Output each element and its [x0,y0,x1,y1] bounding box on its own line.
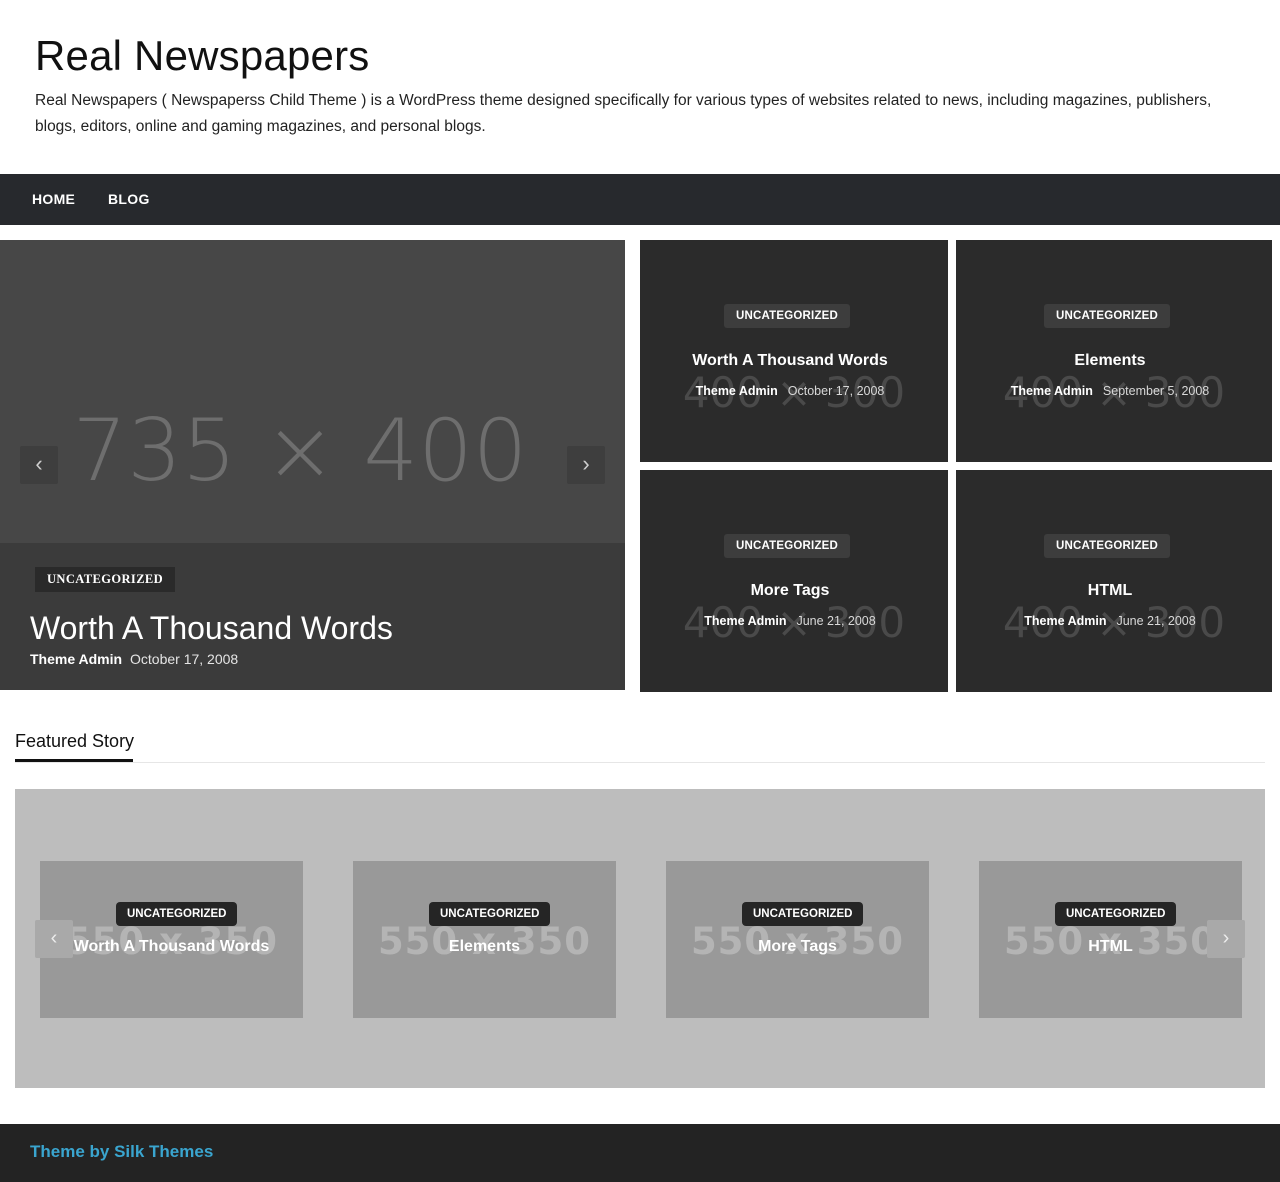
hero-category-badge[interactable]: UNCATEGORIZED [35,567,176,592]
card-post-title[interactable]: Worth A Thousand Words [640,352,944,370]
featured-category-badge[interactable]: UNCATEGORIZED [429,902,551,926]
featured-card[interactable]: 550 x 350 UNCATEGORIZED Elements [353,861,616,1018]
featured-category-badge[interactable]: UNCATEGORIZED [742,902,864,926]
card-post-meta: Theme Admin October 17, 2008 [640,384,944,398]
card-category-badge[interactable]: UNCATEGORIZED [1044,304,1171,328]
featured-category-badge[interactable]: UNCATEGORIZED [116,902,238,926]
card-category-badge[interactable]: UNCATEGORIZED [724,304,851,328]
featured-card[interactable]: 550 x 350 UNCATEGORIZED More Tags [666,861,929,1018]
featured-post-title[interactable]: Elements [353,938,616,956]
hero-slider[interactable]: 735 × 400 ‹ › UNCATEGORIZED Worth A Thou… [0,240,625,690]
grid-card[interactable]: 400 × 300 UNCATEGORIZED Elements Theme A… [956,240,1272,462]
featured-next-button[interactable]: › [1207,920,1245,958]
grid-card[interactable]: 400 × 300 UNCATEGORIZED HTML Theme Admin… [956,470,1272,692]
hero-post-author[interactable]: Theme Admin [30,651,122,667]
hero-image-placeholder: 735 × 400 [72,401,528,501]
card-post-author[interactable]: Theme Admin [696,384,778,398]
chevron-right-icon: › [582,451,590,476]
main-nav: HOME BLOG [0,174,1280,225]
card-category-badge[interactable]: UNCATEGORIZED [1044,534,1171,558]
chevron-left-icon: ‹ [50,927,58,949]
featured-category-badge[interactable]: UNCATEGORIZED [1055,902,1177,926]
featured-prev-button[interactable]: ‹ [35,920,73,958]
card-post-date: June 21, 2008 [796,614,876,628]
card-post-author[interactable]: Theme Admin [1011,384,1093,398]
card-post-title[interactable]: HTML [956,582,1268,600]
nav-item-home[interactable]: HOME [32,174,75,225]
card-post-meta: Theme Admin September 5, 2008 [956,384,1268,398]
card-post-date: June 21, 2008 [1116,614,1196,628]
card-category-badge[interactable]: UNCATEGORIZED [724,534,851,558]
card-post-meta: Theme Admin June 21, 2008 [640,614,944,628]
featured-post-title[interactable]: Worth A Thousand Words [40,938,303,956]
card-post-author[interactable]: Theme Admin [1024,614,1106,628]
card-post-date: September 5, 2008 [1102,384,1210,398]
featured-post-title[interactable]: HTML [979,938,1242,956]
featured-heading: Featured Story [15,731,135,751]
site-description: Real Newspapers ( Newspaperss Child Them… [35,92,1212,135]
featured-post-title[interactable]: More Tags [666,938,929,956]
grid-card[interactable]: 400 × 300 UNCATEGORIZED More Tags Theme … [640,470,948,692]
footer-credit-link[interactable]: Theme by Silk Themes [30,1142,213,1162]
hero-post-title[interactable]: Worth A Thousand Words [30,610,393,647]
chevron-right-icon: › [1222,927,1230,949]
card-post-meta: Theme Admin June 21, 2008 [956,614,1268,628]
grid-card[interactable]: 400 × 300 UNCATEGORIZED Worth A Thousand… [640,240,948,462]
card-post-title[interactable]: More Tags [640,582,944,600]
featured-card[interactable]: 550 x 350 UNCATEGORIZED Worth A Thousand… [40,861,303,1018]
site-title[interactable]: Real Newspapers [35,32,370,80]
nav-item-blog[interactable]: BLOG [108,174,150,225]
card-post-date: October 17, 2008 [787,384,885,398]
hero-prev-button[interactable]: ‹ [20,446,58,484]
card-post-title[interactable]: Elements [956,352,1268,370]
hero-post-date: October 17, 2008 [130,651,239,667]
card-post-author[interactable]: Theme Admin [704,614,786,628]
featured-card[interactable]: 550 x 350 UNCATEGORIZED HTML [979,861,1242,1018]
chevron-left-icon: ‹ [35,451,43,476]
site-header: Real Newspapers Real Newspapers ( Newspa… [0,0,1280,174]
hero-next-button[interactable]: › [567,446,605,484]
featured-carousel: 550 x 350 UNCATEGORIZED Worth A Thousand… [15,789,1265,1088]
featured-divider [15,762,1265,763]
site-footer: Theme by Silk Themes [0,1124,1280,1182]
